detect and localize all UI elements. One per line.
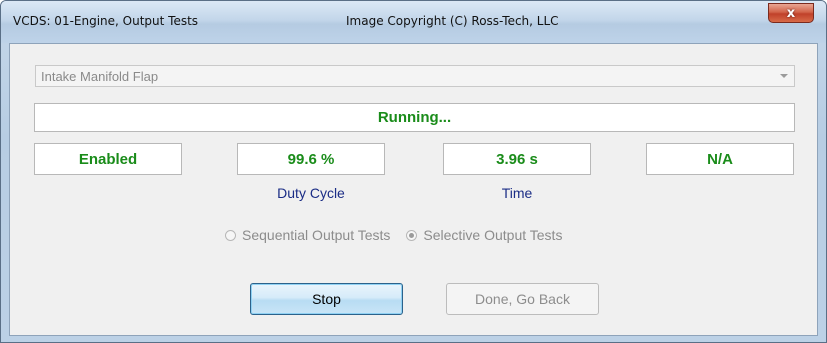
duty-cycle-label: Duty Cycle: [277, 185, 345, 201]
copyright-text: Image Copyright (C) Ross-Tech, LLC: [346, 14, 559, 28]
close-icon: x: [786, 5, 796, 21]
state-value: Enabled: [78, 150, 138, 168]
extra-field: N/A: [646, 143, 794, 175]
output-test-selected: Intake Manifold Flap: [41, 69, 159, 84]
window-title: VCDS: 01-Engine, Output Tests: [13, 14, 199, 28]
stop-button[interactable]: Stop: [250, 283, 403, 315]
status-text: Running...: [377, 109, 452, 126]
selective-radio[interactable]: [406, 229, 418, 241]
stop-button-label: Stop: [312, 291, 341, 307]
output-test-select[interactable]: Intake Manifold Flap: [35, 65, 795, 87]
chevron-down-icon[interactable]: [780, 74, 788, 78]
dialog-body: Intake Manifold Flap Running... Enabled …: [9, 43, 818, 336]
done-go-back-button[interactable]: Done, Go Back: [446, 283, 599, 315]
sequential-radio-label[interactable]: Sequential Output Tests: [242, 227, 390, 243]
time-field: 3.96 s: [443, 143, 591, 175]
done-button-label: Done, Go Back: [475, 291, 570, 307]
time-value: 3.96 s: [496, 150, 538, 168]
state-field: Enabled: [34, 143, 182, 175]
status-display: Running...: [34, 103, 795, 132]
duty-cycle-value: 99.6 %: [287, 150, 335, 168]
close-button[interactable]: x: [768, 3, 814, 23]
test-mode-group: Sequential Output Tests Selective Output…: [225, 226, 578, 244]
duty-cycle-field: 99.6 %: [237, 143, 385, 175]
selective-radio-label[interactable]: Selective Output Tests: [423, 227, 562, 243]
output-tests-window: VCDS: 01-Engine, Output Tests Image Copy…: [0, 0, 827, 343]
time-label: Time: [501, 185, 533, 201]
title-bar[interactable]: VCDS: 01-Engine, Output Tests Image Copy…: [1, 1, 826, 43]
sequential-radio[interactable]: [225, 229, 236, 241]
extra-value: N/A: [707, 150, 733, 168]
